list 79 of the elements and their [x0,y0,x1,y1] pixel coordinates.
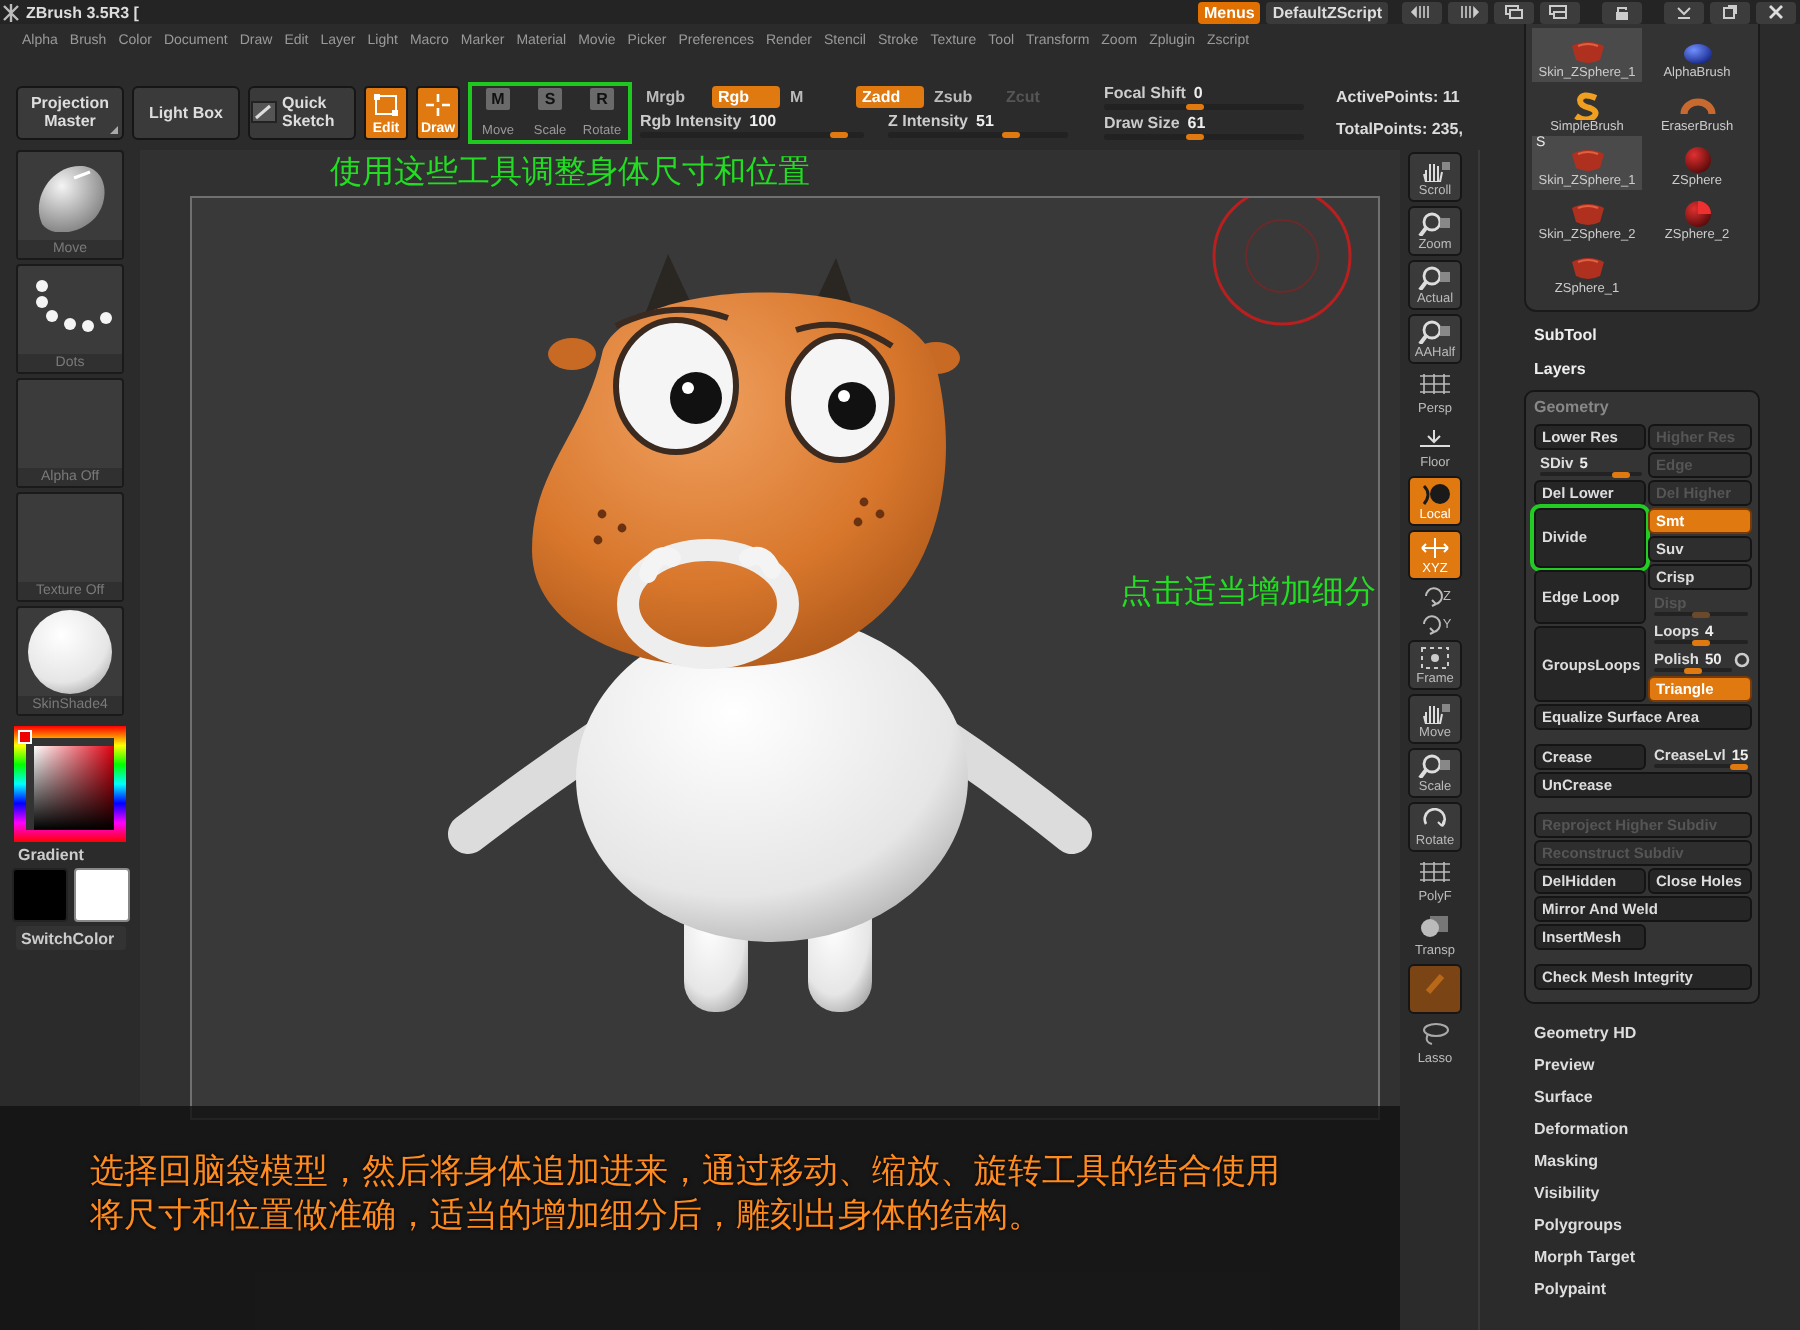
section-header[interactable]: Morph Target [1524,1240,1760,1272]
magnifier-icon [1418,320,1452,344]
edit-frame-icon [372,91,400,117]
section-header[interactable]: Polypaint [1524,1272,1760,1304]
stat-readout: TotalPoints: 235, [1336,119,1465,137]
grid-icon [1418,860,1452,884]
slider-thumb[interactable] [1185,134,1204,140]
script-button[interactable]: DefaultZScript [1266,1,1388,23]
rotate-icon [1419,584,1443,608]
slider[interactable]: Rgb Intensity 100 [640,112,864,138]
mode-toggle[interactable]: Mrgb [640,86,708,108]
color-swatch[interactable] [73,868,129,922]
key-letter: S [538,87,562,109]
stat-readout: ActivePoints: 11 [1336,87,1462,105]
cube-icon [1418,914,1452,938]
slider-thumb[interactable] [1185,104,1204,110]
toolbar-button[interactable]: Quick Sketch [248,85,356,139]
grid-icon [1418,372,1452,396]
gradient-label: Gradient [18,846,84,864]
rotate-icon [1418,808,1452,832]
section-header[interactable]: Layers [1524,352,1760,386]
slider-thumb[interactable] [1611,472,1630,478]
close-button[interactable] [1756,1,1796,23]
section-header[interactable]: Surface [1524,1080,1760,1112]
section-header[interactable]: SubTool [1524,318,1760,352]
slider[interactable]: Focal Shift 0 [1104,84,1304,110]
minimize-button[interactable] [1664,1,1704,23]
slider-thumb[interactable] [1001,132,1020,138]
toolbar-button[interactable]: Projection Master [16,85,124,139]
slider[interactable]: Z Intensity 51 [888,112,1068,138]
key-letter: M [486,87,510,109]
toolbar-button[interactable]: Light Box [132,85,240,139]
section-header[interactable]: Deformation [1524,1112,1760,1144]
caption-text: 将尺寸和位置做准确，适当的增加细分后，雕刻出身体的结构。 [90,1194,1044,1238]
lasso-icon [1418,1022,1452,1046]
hand-icon [1418,700,1452,724]
magnifier-icon [1418,754,1452,778]
layout-button[interactable] [1494,1,1534,23]
floor-icon [1418,426,1452,450]
annotation-text: 点击适当增加细分 [1120,576,1376,612]
rotate-icon [1418,612,1443,636]
target-icon [1418,482,1452,506]
slider-thumb[interactable] [1730,764,1748,770]
windows-icon [1500,4,1528,20]
arrows-icon [1418,536,1452,560]
scroll-right-button[interactable] [1448,1,1488,23]
corner-icon [110,125,118,133]
pencil-icon [250,100,278,124]
logo-icon [2,3,20,21]
slider-thumb[interactable] [1684,668,1702,674]
layout-button[interactable] [1540,1,1580,23]
panel-title: Geometry [1534,398,1611,420]
slider-thumb[interactable] [1692,640,1710,646]
restore-button[interactable] [1710,1,1750,23]
mode-toggle[interactable]: Zsub [928,86,996,108]
frame-icon [1418,646,1452,670]
brush-cursor-drawing [1212,198,1352,326]
crosshair-icon [424,91,452,117]
slider[interactable]: Draw Size 61 [1104,114,1304,140]
color-swatch[interactable] [11,868,67,922]
mode-toggle[interactable]: M [784,86,852,108]
lock-button[interactable] [1602,1,1642,23]
slider-thumb[interactable] [829,132,848,138]
view-button[interactable] [1408,964,1462,1014]
sphere-icon [26,608,114,696]
section-header[interactable]: Geometry HD [1524,1016,1760,1048]
key-letter: R [590,87,614,109]
scroll-left-button[interactable] [1402,1,1442,23]
annotation-text: 使用这些工具调整身体尺寸和位置 [330,156,810,192]
section-header[interactable]: Polygroups [1524,1208,1760,1240]
switch-color-button[interactable]: SwitchColor [15,926,125,950]
section-header[interactable]: Visibility [1524,1176,1760,1208]
section-header[interactable]: Masking [1524,1144,1760,1176]
section-header[interactable]: Preview [1524,1048,1760,1080]
caption-text: 选择回脑袋模型，然后将身体追加进来，通过移动、缩放、旋转工具的结合使用 [90,1150,1282,1194]
hand-icon [1418,158,1452,182]
magnifier-icon [1418,212,1452,236]
magnifier-icon [1418,266,1452,290]
window-title: ZBrush 3.5R3 [ [26,3,139,21]
